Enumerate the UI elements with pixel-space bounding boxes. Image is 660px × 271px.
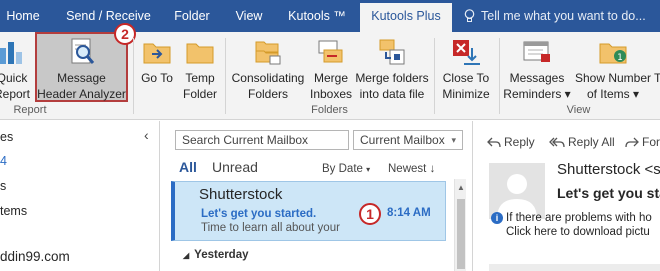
message-list-pane: Search Current Mailbox Current Mailbox ▾…	[161, 121, 471, 271]
group-divider	[499, 38, 500, 114]
temp-folder-button[interactable]: Temp Folder	[179, 34, 221, 102]
ribbon-overflow-button[interactable]: T	[654, 34, 660, 102]
reading-subject: Let's get you sta	[557, 185, 660, 201]
search-input[interactable]: Search Current Mailbox	[175, 130, 349, 150]
sort-order-label: Newest	[388, 163, 427, 175]
folder-pane: ‹ es 4 s tems ddin99.com	[0, 121, 160, 271]
info-icon: i	[491, 212, 503, 224]
reply-all-icon	[549, 137, 565, 148]
tab-folder[interactable]: Folder	[164, 0, 220, 32]
message-body-area	[489, 264, 660, 271]
tab-view[interactable]: View	[224, 0, 274, 32]
reply-label: Reply	[504, 135, 535, 149]
svg-text:1: 1	[617, 53, 623, 63]
reading-pane: Reply Reply All For Shutterstock <sh Let…	[472, 121, 660, 271]
tab-kutools-plus[interactable]: Kutools Plus	[360, 3, 452, 32]
mail-sender: Shutterstock	[199, 186, 283, 203]
group-header-yesterday[interactable]: ◢ Yesterday	[183, 249, 249, 261]
reply-all-label: Reply All	[568, 135, 615, 149]
ribbon: QuickReport MessageHeader Analyzer 2 Rep…	[0, 23, 660, 120]
stacked-folders-icon	[255, 41, 281, 65]
scrollbar-thumb[interactable]	[457, 199, 465, 269]
group-divider	[434, 38, 435, 114]
message-list-scrollbar[interactable]: ▲	[454, 179, 466, 271]
sort-by-dropdown[interactable]: By Date ▾	[322, 163, 370, 175]
sort-order-toggle[interactable]: Newest ↓	[388, 163, 435, 175]
group-label-report: Report	[13, 104, 47, 116]
group-divider	[133, 38, 134, 114]
close-to-minimize-button[interactable]: Close To Minimize	[437, 34, 495, 102]
collapse-triangle-icon: ◢	[183, 251, 190, 260]
reply-button[interactable]: Reply	[487, 135, 535, 149]
search-scope-label: Current Mailbox	[360, 133, 445, 147]
tell-me-text: Tell me what you want to do...	[481, 9, 646, 23]
merge-folders-data-file-button[interactable]: Merge folders into data file	[354, 34, 430, 102]
go-to-button[interactable]: Go To	[137, 34, 177, 102]
magnifier-document-icon	[71, 38, 94, 64]
merge-inboxes-button[interactable]: Merge Inboxes	[309, 34, 353, 102]
chevron-down-icon: ▾	[366, 165, 371, 174]
info-line-1: If there are problems with ho	[506, 212, 652, 224]
info-line-2: Click here to download pictu	[506, 226, 650, 238]
info-bar[interactable]: i If there are problems with ho Click her…	[491, 211, 652, 239]
mail-subject: Let's get you started.	[201, 208, 317, 220]
collapse-pane-icon[interactable]: ‹	[144, 127, 149, 143]
step-1-badge: 1	[359, 203, 381, 225]
mail-item-selected[interactable]: Shutterstock Let's get you started. 8:14…	[171, 181, 446, 241]
tab-send-receive[interactable]: Send / Receive	[56, 0, 161, 32]
group-divider	[225, 38, 226, 114]
scroll-up-icon[interactable]: ▲	[457, 183, 465, 192]
report-chart-icon	[0, 42, 22, 64]
show-number-of-items-button[interactable]: 1 Show Number of Items ▾	[572, 34, 654, 102]
folder-item[interactable]: es	[0, 130, 13, 144]
account-item[interactable]: ddin99.com	[0, 249, 70, 264]
ribbon-tab-bar: Home Send / Receive Folder View Kutools …	[0, 0, 660, 32]
tab-home[interactable]: Home	[0, 0, 46, 32]
tell-me-box[interactable]: Tell me what you want to do...	[464, 0, 646, 32]
mail-time: 8:14 AM	[387, 207, 431, 219]
mail-preview: Time to learn all about your	[201, 222, 340, 234]
reading-sender: Shutterstock <sh	[557, 161, 660, 178]
merge-data-file-icon	[379, 39, 405, 65]
folder-item[interactable]: 4	[0, 154, 7, 168]
sort-by-label: By Date	[322, 163, 363, 175]
folder-count-icon: 1	[599, 43, 627, 64]
folder-item[interactable]: s	[0, 179, 6, 193]
forward-label: For	[642, 135, 660, 149]
merge-inbox-icon	[318, 40, 343, 63]
tab-kutools[interactable]: Kutools ™	[278, 0, 356, 32]
folder-item[interactable]: tems	[0, 204, 27, 218]
search-scope-dropdown[interactable]: Current Mailbox ▾	[353, 130, 463, 150]
forward-icon	[625, 137, 639, 148]
folder-icon	[186, 43, 214, 64]
consolidating-folders-button[interactable]: Consolidating Folders	[229, 34, 307, 102]
filter-all-tab[interactable]: All	[179, 159, 197, 175]
lightbulb-icon	[464, 9, 475, 22]
filter-unread-tab[interactable]: Unread	[212, 159, 258, 175]
forward-button[interactable]: For	[625, 135, 660, 149]
reply-all-button[interactable]: Reply All	[549, 135, 615, 149]
arrow-down-icon: ↓	[429, 163, 436, 175]
close-minimize-icon	[453, 40, 480, 65]
message-reminder-icon	[523, 41, 550, 62]
folder-arrow-icon	[143, 43, 171, 64]
group-label-view: View	[566, 104, 591, 116]
group-header-label: Yesterday	[194, 249, 249, 261]
messages-reminders-button[interactable]: Messages Reminders ▾	[503, 34, 571, 102]
message-header-analyzer-button[interactable]: Message Header Analyzer	[35, 32, 128, 102]
quick-report-button[interactable]: QuickReport	[0, 34, 32, 102]
reply-icon	[487, 137, 501, 148]
group-label-folders: Folders	[311, 104, 348, 116]
chevron-down-icon: ▾	[451, 135, 456, 145]
